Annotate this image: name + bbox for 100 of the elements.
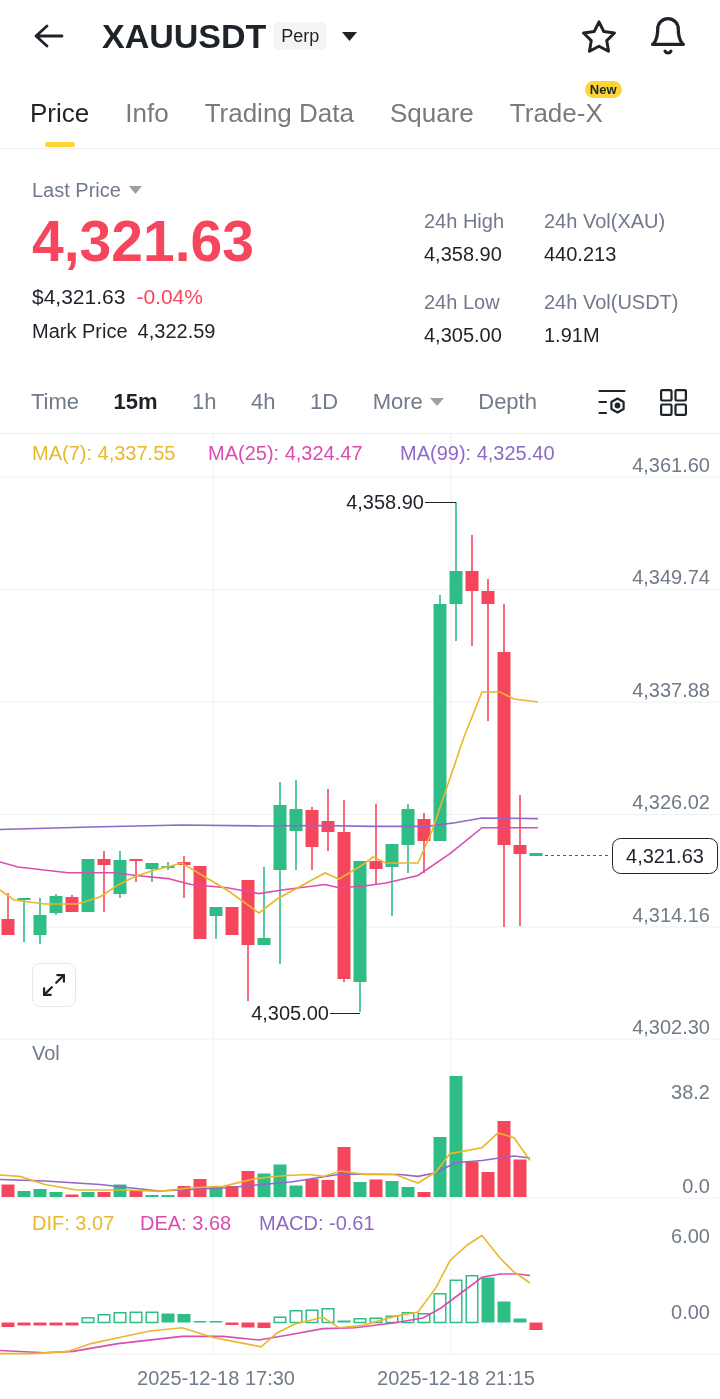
macd-bar	[1, 1322, 15, 1327]
macd-legend: DEA: 3.68	[140, 1212, 232, 1234]
price-axis-label: 4,326.02	[632, 791, 710, 814]
volume-bar	[65, 1194, 79, 1197]
macd-bar	[353, 1318, 367, 1324]
leader-line	[329, 1013, 361, 1014]
candlestick	[417, 812, 431, 874]
mark-price-value: 4,322.59	[137, 319, 216, 343]
macd-bar	[257, 1322, 271, 1328]
volume-bar	[289, 1185, 303, 1197]
chart-settings-icon[interactable]	[598, 389, 626, 415]
mark-price-label: Mark Price	[32, 319, 128, 343]
candlestick	[97, 850, 111, 913]
macd-legend: DIF: 3.07	[32, 1212, 115, 1234]
macd-bar	[241, 1322, 255, 1328]
volume-bar	[417, 1192, 431, 1197]
tab[interactable]: Trading Data	[204, 100, 354, 148]
tab[interactable]: Square	[389, 100, 474, 148]
volume-bar	[17, 1191, 31, 1197]
low-price-label: 4,305.00	[251, 1002, 329, 1024]
macd-bar	[225, 1322, 239, 1325]
macd-bar	[465, 1275, 479, 1324]
volume-bar	[465, 1162, 479, 1197]
macd-bar	[385, 1315, 399, 1324]
interval-option[interactable]: 1D	[310, 389, 339, 415]
back-arrow-icon[interactable]	[34, 24, 64, 48]
moving-average-legend: MA(99): 4,325.40	[400, 442, 555, 464]
last-price-label: Last Price	[32, 179, 121, 201]
volume-bar	[129, 1191, 143, 1197]
macd-bar	[449, 1279, 463, 1324]
macd-bar	[305, 1309, 319, 1324]
macd-axis-label: 0.00	[671, 1301, 710, 1323]
stat-value: 440.213	[544, 242, 617, 266]
candlestick	[33, 897, 47, 945]
star-icon[interactable]	[582, 19, 616, 53]
volume-bar	[305, 1179, 319, 1197]
volume-bar	[369, 1179, 383, 1197]
macd-bar	[65, 1322, 79, 1326]
leader-line	[424, 502, 457, 503]
interval-option[interactable]: Time	[31, 389, 80, 415]
last-price-value: 4,321.63	[32, 213, 254, 269]
macd-bar	[113, 1312, 127, 1324]
grid-layout-icon[interactable]	[660, 388, 687, 416]
interval-option[interactable]: Depth	[478, 389, 537, 415]
macd-bar	[33, 1322, 47, 1326]
macd-bar	[369, 1317, 383, 1324]
tab[interactable]: Price	[30, 100, 90, 148]
interval-option[interactable]: More	[372, 389, 444, 415]
moving-average-legend: MA(7): 4,337.55	[32, 442, 176, 464]
macd-bar	[17, 1322, 31, 1326]
macd-legend: MACD: -0.61	[259, 1212, 375, 1234]
volume-bar	[49, 1192, 63, 1197]
macd-bar	[49, 1322, 63, 1326]
high-price-label: 4,358.90	[346, 491, 424, 513]
macd-bar	[481, 1277, 495, 1323]
candlestick	[17, 897, 31, 943]
candlestick	[81, 858, 95, 913]
price-change: -0.04%	[136, 285, 203, 309]
volume-bar	[337, 1147, 351, 1197]
price-axis-label: 4,302.30	[632, 1016, 710, 1038]
volume-bar	[177, 1186, 191, 1197]
macd-axis-label: 6.00	[671, 1225, 710, 1247]
macd-bar	[337, 1320, 351, 1323]
volume-bar	[273, 1164, 287, 1197]
tab[interactable]: Info	[125, 100, 169, 148]
contract-type-badge: Perp	[274, 22, 327, 50]
interval-option[interactable]: 4h	[251, 389, 276, 415]
macd-bar	[161, 1313, 175, 1323]
stat-label: 24h Vol(USDT)	[544, 290, 679, 314]
macd-bar	[417, 1313, 431, 1324]
bell-icon[interactable]	[650, 17, 686, 55]
tab[interactable]: Trade-X	[509, 100, 603, 148]
candlestick	[401, 803, 415, 874]
macd-bar	[529, 1322, 543, 1330]
candlestick	[129, 858, 143, 883]
volume-bar	[401, 1187, 415, 1197]
macd-bar	[145, 1311, 159, 1324]
volume-bar	[81, 1192, 95, 1197]
expand-button[interactable]	[32, 963, 76, 1007]
current-price-tag: 4,321.63	[612, 838, 718, 874]
price-axis-label: 4,349.74	[632, 566, 710, 589]
time-axis-label: 2025-12-18 21:15	[377, 1367, 535, 1389]
volume-bar	[97, 1192, 111, 1197]
interval-option[interactable]: 15m	[113, 389, 158, 415]
stat-value: 4,358.90	[424, 242, 502, 266]
candlestick	[145, 862, 159, 883]
interval-option[interactable]: 1h	[192, 389, 217, 415]
macd-bar	[289, 1310, 303, 1324]
price-axis-label: 4,337.88	[632, 678, 710, 701]
macd-bar	[129, 1311, 143, 1324]
candlestick	[113, 850, 127, 899]
volume-bar	[1, 1184, 15, 1197]
volume-bar	[385, 1181, 399, 1197]
macd-bar	[81, 1317, 95, 1324]
expand-icon	[43, 974, 65, 996]
volume-bar	[353, 1182, 367, 1197]
new-badge: New	[584, 81, 622, 98]
macd-bar	[177, 1314, 191, 1323]
volume-bar	[321, 1180, 335, 1197]
macd-bar	[401, 1312, 415, 1324]
